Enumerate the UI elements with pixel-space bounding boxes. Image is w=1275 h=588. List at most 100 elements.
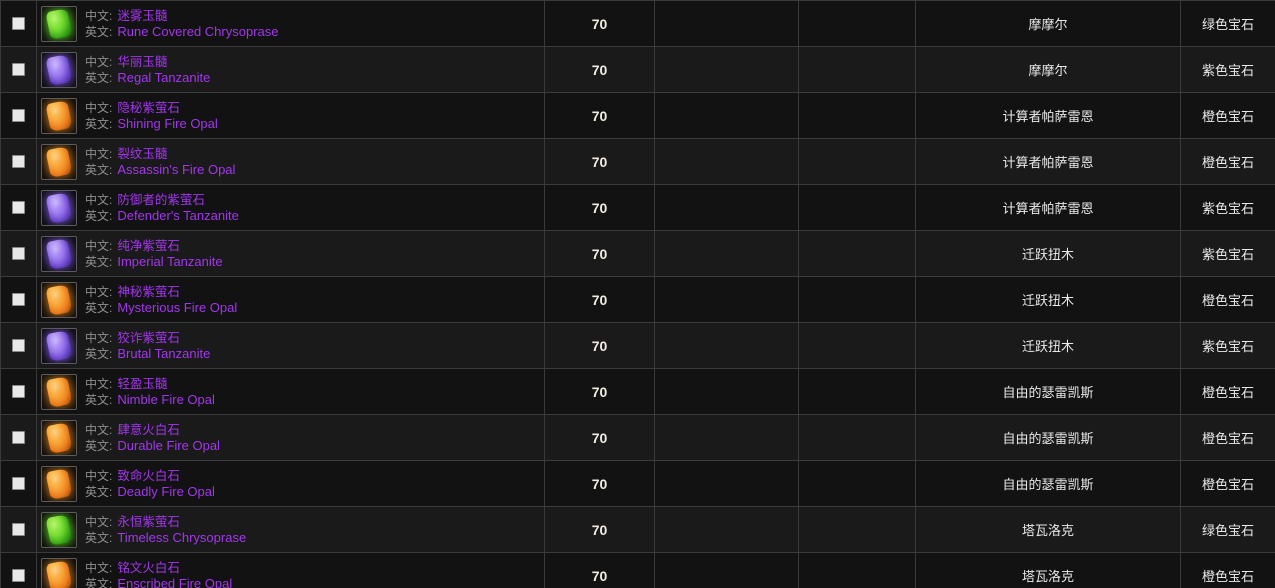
item-cell-content: 中文: 裂纹玉髓 英文: Assassin's Fire Opal [37, 139, 544, 184]
item-name-chinese[interactable]: 隐秘紫萤石 [117, 100, 180, 116]
item-name-chinese[interactable]: 狡诈紫萤石 [117, 330, 180, 346]
gem-icon-orange-fire-opal[interactable] [41, 557, 77, 588]
gem-icon-orange-fire-opal[interactable] [41, 373, 77, 410]
item-name-chinese[interactable]: 肆意火白石 [117, 422, 180, 438]
table-row[interactable]: 中文: 神秘紫萤石 英文: Mysterious Fire Opal 70 迁跃扭木 橙色宝… [0, 276, 1275, 323]
item-name-english[interactable]: Shining Fire Opal [117, 116, 217, 133]
item-level-cell: 70 [544, 552, 655, 588]
table-row[interactable]: 中文: 华丽玉髓 英文: Regal Tanzanite 70 摩摩尔 紫色宝石 [0, 46, 1275, 93]
empty-cell-1 [654, 322, 799, 369]
item-level-cell: 70 [544, 414, 655, 461]
item-name-chinese[interactable]: 永恒紫萤石 [117, 514, 180, 530]
source-npc-cell: 摩摩尔 [915, 0, 1181, 47]
chinese-name-line: 中文: 致命火白石 [85, 468, 215, 484]
gem-icon-green-chrysoprase[interactable] [41, 511, 77, 548]
row-select-cell [0, 230, 37, 277]
item-name-block: 中文: 防御者的紫萤石 英文: Defender's Tanzanite [85, 191, 239, 225]
row-checkbox[interactable] [12, 292, 25, 306]
chinese-label: 中文: [85, 330, 113, 345]
item-name-chinese[interactable]: 致命火白石 [117, 468, 180, 484]
empty-cell-1 [654, 230, 799, 277]
row-checkbox[interactable] [12, 476, 25, 490]
item-cell-content: 中文: 华丽玉髓 英文: Regal Tanzanite [37, 47, 544, 92]
gem-type-cell: 橙色宝石 [1180, 92, 1275, 139]
row-checkbox[interactable] [12, 200, 25, 214]
item-name-chinese[interactable]: 轻盈玉髓 [117, 376, 167, 392]
gem-shape [45, 99, 73, 132]
gem-icon-orange-fire-opal[interactable] [41, 143, 77, 180]
item-cell: 中文: 永恒紫萤石 英文: Timeless Chrysoprase [36, 506, 545, 553]
table-row[interactable]: 中文: 狡诈紫萤石 英文: Brutal Tanzanite 70 迁跃扭木 紫色宝石 [0, 322, 1275, 369]
table-row[interactable]: 中文: 防御者的紫萤石 英文: Defender's Tanzanite 70 计算者帕萨… [0, 184, 1275, 231]
chinese-name-line: 中文: 轻盈玉髓 [85, 376, 215, 392]
row-checkbox[interactable] [12, 568, 25, 582]
item-name-english[interactable]: Assassin's Fire Opal [117, 162, 235, 179]
table-row[interactable]: 中文: 隐秘紫萤石 英文: Shining Fire Opal 70 计算者帕萨雷恩 橙色宝… [0, 92, 1275, 139]
source-npc-cell: 自由的瑟雷凯斯 [915, 460, 1181, 507]
item-cell-content: 中文: 致命火白石 英文: Deadly Fire Opal [37, 461, 544, 506]
table-row[interactable]: 中文: 轻盈玉髓 英文: Nimble Fire Opal 70 自由的瑟雷凯斯 橙色宝石 [0, 368, 1275, 415]
item-name-chinese[interactable]: 纯净紫萤石 [117, 238, 180, 254]
source-npc-cell: 塔瓦洛克 [915, 552, 1181, 588]
gem-icon-orange-fire-opal[interactable] [41, 97, 77, 134]
table-row[interactable]: 中文: 裂纹玉髓 英文: Assassin's Fire Opal 70 计算者帕萨雷恩橙… [0, 138, 1275, 185]
item-cell-content: 中文: 迷雾玉髓 英文: Rune Covered Chrysoprase [37, 1, 544, 46]
item-name-english[interactable]: Enscribed Fire Opal [117, 576, 232, 588]
table-row[interactable]: 中文: 迷雾玉髓 英文: Rune Covered Chrysoprase 70 摩摩尔绿… [0, 0, 1275, 47]
row-checkbox[interactable] [12, 384, 25, 398]
gem-icon-orange-fire-opal[interactable] [41, 419, 77, 456]
item-name-block: 中文: 隐秘紫萤石 英文: Shining Fire Opal [85, 99, 218, 133]
item-level-cell: 70 [544, 138, 655, 185]
row-checkbox[interactable] [12, 522, 25, 536]
item-name-english[interactable]: Timeless Chrysoprase [117, 530, 246, 547]
english-name-line: 英文: Shining Fire Opal [85, 116, 218, 133]
source-npc-cell: 计算者帕萨雷恩 [915, 92, 1181, 139]
gem-icon-purple-tanzanite[interactable] [41, 327, 77, 364]
item-name-english[interactable]: Defender's Tanzanite [117, 208, 239, 225]
gem-icon-purple-tanzanite[interactable] [41, 235, 77, 272]
item-name-english[interactable]: Mysterious Fire Opal [117, 300, 237, 317]
item-name-chinese[interactable]: 铭文火白石 [117, 560, 180, 576]
gem-type-cell: 绿色宝石 [1180, 0, 1275, 47]
gem-icon-purple-tanzanite[interactable] [41, 51, 77, 88]
chinese-label: 中文: [85, 284, 113, 299]
empty-cell-2 [798, 276, 916, 323]
item-name-chinese[interactable]: 华丽玉髓 [117, 54, 167, 70]
item-name-english[interactable]: Durable Fire Opal [117, 438, 220, 455]
item-name-english[interactable]: Regal Tanzanite [117, 70, 210, 87]
english-label: 英文: [85, 576, 113, 588]
table-row[interactable]: 中文: 铭文火白石 英文: Enscribed Fire Opal 70 塔瓦洛克 橙色宝石 [0, 552, 1275, 588]
row-checkbox[interactable] [12, 430, 25, 444]
row-checkbox[interactable] [12, 338, 25, 352]
row-checkbox[interactable] [12, 108, 25, 122]
table-row[interactable]: 中文: 肆意火白石 英文: Durable Fire Opal 70 自由的瑟雷凯斯 橙色宝… [0, 414, 1275, 461]
item-name-chinese[interactable]: 迷雾玉髓 [117, 8, 167, 24]
item-name-chinese[interactable]: 防御者的紫萤石 [117, 192, 205, 208]
gem-icon-orange-fire-opal[interactable] [41, 465, 77, 502]
item-name-english[interactable]: Nimble Fire Opal [117, 392, 215, 409]
item-name-chinese[interactable]: 裂纹玉髓 [117, 146, 167, 162]
chinese-name-line: 中文: 永恒紫萤石 [85, 514, 246, 530]
row-checkbox[interactable] [12, 62, 25, 76]
item-name-block: 中文: 肆意火白石 英文: Durable Fire Opal [85, 421, 220, 455]
gem-icon-green-chrysoprase[interactable] [41, 5, 77, 42]
table-row[interactable]: 中文: 纯净紫萤石 英文: Imperial Tanzanite 70 迁跃扭木 紫色宝石 [0, 230, 1275, 277]
table-row[interactable]: 中文: 致命火白石 英文: Deadly Fire Opal 70 自由的瑟雷凯斯 橙色宝石 [0, 460, 1275, 507]
item-name-english[interactable]: Rune Covered Chrysoprase [117, 24, 278, 41]
table-row[interactable]: 中文: 永恒紫萤石 英文: Timeless Chrysoprase 70 塔瓦洛克 绿色宝… [0, 506, 1275, 553]
row-checkbox[interactable] [12, 154, 25, 168]
item-name-english[interactable]: Imperial Tanzanite [117, 254, 222, 271]
item-name-chinese[interactable]: 神秘紫萤石 [117, 284, 180, 300]
source-npc-cell: 塔瓦洛克 [915, 506, 1181, 553]
source-npc-cell: 自由的瑟雷凯斯 [915, 368, 1181, 415]
item-cell-content: 中文: 永恒紫萤石 英文: Timeless Chrysoprase [37, 507, 544, 552]
item-name-english[interactable]: Brutal Tanzanite [117, 346, 210, 363]
row-checkbox[interactable] [12, 16, 25, 30]
english-label: 英文: [85, 300, 113, 315]
gem-icon-orange-fire-opal[interactable] [41, 281, 77, 318]
chinese-name-line: 中文: 狡诈紫萤石 [85, 330, 210, 346]
row-checkbox[interactable] [12, 246, 25, 260]
item-name-english[interactable]: Deadly Fire Opal [117, 484, 215, 501]
gem-icon-purple-tanzanite[interactable] [41, 189, 77, 226]
empty-cell-2 [798, 368, 916, 415]
